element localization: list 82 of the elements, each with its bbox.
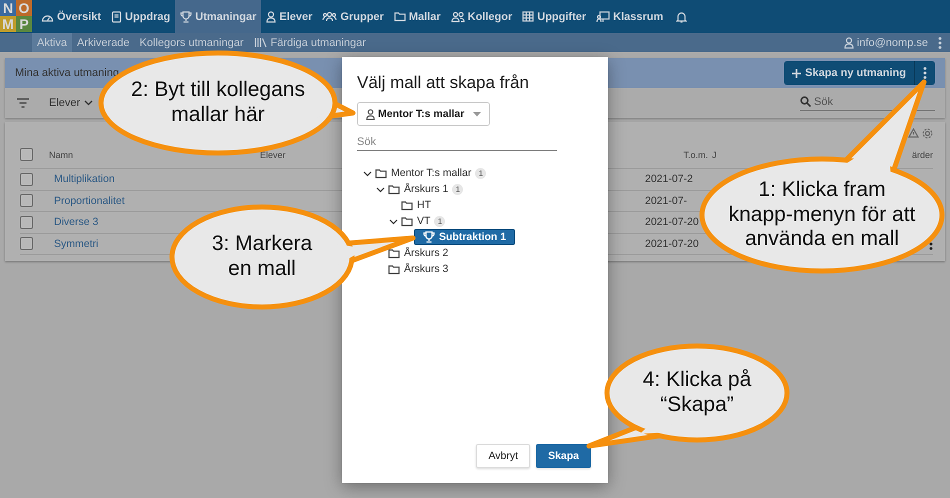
column-header: T.o.m.: [682, 150, 708, 160]
panel-title: Mina aktiva utmaning: [15, 67, 119, 79]
folder-icon: [401, 200, 413, 210]
search-field[interactable]: Sök: [357, 136, 557, 151]
trophy-icon: [180, 10, 192, 22]
nav-tab[interactable]: Grupper: [317, 0, 389, 33]
search-field[interactable]: Sök: [814, 96, 935, 108]
folder-item[interactable]: Mentor T:s mallar: [391, 167, 472, 179]
people-icon: [322, 10, 338, 22]
caret-icon: [84, 100, 94, 106]
template-item[interactable]: Subtraktion 1: [414, 229, 516, 245]
callout-text: 3: Markera en mall: [212, 232, 312, 282]
source-dropdown[interactable]: Mentor T:s mallar: [357, 102, 490, 126]
nav-tab[interactable]: Utmaningar: [175, 0, 262, 33]
column-header: J: [711, 150, 718, 160]
checkbox[interactable]: [20, 148, 33, 161]
plus-icon: [792, 68, 802, 78]
callout-text: 4: Klicka på “Skapa”: [642, 368, 752, 418]
checkbox[interactable]: [20, 237, 33, 250]
callout-text: 1: Klicka fram knapp-menyn för att använda en mall: [728, 178, 916, 252]
more-icon: [923, 67, 927, 79]
nav-tab[interactable]: Elever: [261, 0, 318, 33]
user-link[interactable]: info@nomp.se: [844, 33, 928, 52]
nav-tab[interactable]: Uppgifter: [517, 0, 592, 33]
filter-dropdown[interactable]: Elever: [43, 96, 100, 110]
count-badge: 1: [475, 168, 486, 178]
search-icon: [800, 96, 811, 107]
bell-icon[interactable]: [676, 10, 688, 22]
checkbox[interactable]: [20, 216, 33, 229]
challenge-link[interactable]: Diverse 3: [54, 216, 98, 228]
create-button[interactable]: Skapa: [536, 444, 591, 468]
more-icon[interactable]: [938, 36, 942, 48]
nav-tab[interactable]: Uppdrag: [106, 0, 176, 33]
sub-tab[interactable]: Kollegors utmaningar: [134, 33, 248, 52]
count-badge: 1: [452, 184, 464, 194]
table-cell: 2021-07-2: [645, 173, 693, 186]
nav-tab[interactable]: Mallar: [388, 0, 446, 33]
count-badge: 1: [434, 216, 446, 226]
column-header: ärder: [912, 150, 933, 160]
checkbox[interactable]: [20, 194, 33, 208]
nav-tab[interactable]: Klassrum: [591, 0, 668, 33]
sub-tab[interactable]: Färdiga utmaningar: [248, 33, 371, 52]
folder-icon: [394, 11, 406, 22]
warning-icon[interactable]: [908, 128, 919, 138]
folder-item[interactable]: HT: [417, 199, 431, 211]
folder-icon: [375, 168, 387, 178]
person-icon: [844, 36, 854, 48]
caret-icon: [473, 112, 481, 116]
board-icon: [596, 10, 610, 22]
dialog-title: Välj mall att skapa från: [357, 73, 529, 93]
logo[interactable]: N O M P: [0, 0, 32, 33]
nav-tab[interactable]: Översikt: [36, 0, 106, 33]
challenge-link[interactable]: Multiplikation: [54, 173, 115, 186]
nav-tab[interactable]: Kollegor: [446, 0, 518, 33]
person-icon: [366, 108, 375, 120]
challenge-link[interactable]: Symmetri: [54, 238, 98, 250]
folder-icon: [388, 248, 400, 258]
column-header: Namn: [49, 150, 74, 160]
books-icon: [254, 37, 268, 48]
sub-tab[interactable]: Arkiverade: [72, 33, 135, 52]
cancel-button[interactable]: Avbryt: [476, 444, 530, 468]
table-cell: 2021-07-20: [645, 216, 699, 228]
folder-item[interactable]: Årskurs 1: [404, 183, 448, 195]
filter-icon[interactable]: [17, 98, 29, 108]
folder-item[interactable]: Årskurs 3: [404, 263, 448, 275]
folder-item[interactable]: Årskurs 2: [404, 247, 448, 259]
person-icon: [266, 10, 276, 22]
grid-icon: [522, 11, 534, 22]
people-icon: [450, 10, 465, 22]
table-cell: 2021-07-20: [645, 238, 699, 250]
callout-text: 2: Byt till kollegans mallar här: [131, 78, 305, 128]
folder-icon: [401, 216, 413, 226]
column-header: Elever: [260, 150, 287, 160]
checkbox[interactable]: [20, 172, 33, 186]
gear-icon[interactable]: [922, 128, 933, 138]
challenge-link[interactable]: Proportionalitet: [54, 194, 125, 207]
folder-item[interactable]: VT: [417, 215, 430, 227]
table-cell: 2021-07-: [645, 194, 688, 207]
folder-icon: [388, 184, 400, 194]
trophy-icon: [423, 231, 435, 243]
folder-icon: [388, 264, 400, 274]
book-icon: [111, 10, 122, 22]
